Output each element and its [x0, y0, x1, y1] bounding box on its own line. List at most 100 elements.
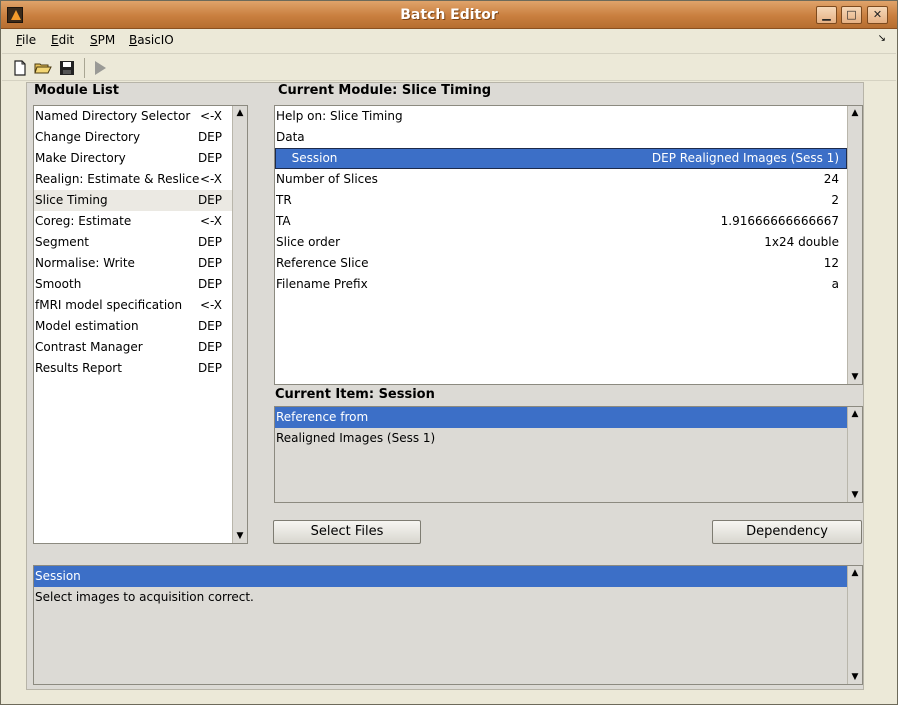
module-name: Coreg: Estimate — [35, 214, 132, 228]
scroll-up-icon[interactable]: ▲ — [233, 106, 247, 120]
module-status: DEP — [197, 319, 222, 333]
module-status: DEP — [197, 193, 222, 207]
module-list-heading: Module List — [34, 83, 119, 98]
run-icon[interactable] — [91, 59, 109, 77]
module-name: Slice Timing — [35, 193, 108, 207]
menu-file[interactable]: File — [16, 33, 36, 47]
open-folder-icon[interactable] — [34, 59, 52, 77]
module-list-item[interactable]: Realign: Estimate & Reslice <-X — [34, 169, 232, 190]
select-files-button[interactable]: Select Files — [273, 520, 421, 544]
module-option-row[interactable]: Slice order 1x24 double — [275, 232, 847, 253]
module-name: Change Directory — [35, 130, 141, 144]
module-option-row[interactable]: Data — [275, 127, 847, 148]
module-status: DEP — [197, 151, 222, 165]
menu-basicio[interactable]: BasicIO — [129, 33, 174, 47]
dependency-button[interactable]: Dependency — [712, 520, 862, 544]
module-option-row[interactable]: TR 2 — [275, 190, 847, 211]
module-status: <-X — [199, 109, 222, 123]
toolbar-separator — [84, 58, 85, 78]
maximize-icon: □ — [846, 8, 857, 21]
title-bar[interactable]: Batch Editor ▁ □ ✕ — [1, 1, 897, 29]
close-icon: ✕ — [872, 8, 883, 21]
module-status: <-X — [199, 298, 222, 312]
scroll-up-icon[interactable]: ▲ — [848, 106, 862, 120]
batch-editor-window: Batch Editor ▁ □ ✕ File Edit SPM BasicIO… — [0, 0, 898, 705]
module-option-row[interactable]: Help on: Slice Timing — [275, 106, 847, 127]
current-module-scrollbar[interactable]: ▲ ▼ — [847, 106, 862, 384]
module-name: Model estimation — [35, 319, 139, 333]
module-list-item[interactable]: Results Report DEP — [34, 358, 232, 379]
module-list-item[interactable]: Named Directory Selector <-X — [34, 106, 232, 127]
option-value: a — [831, 277, 839, 291]
module-list-item[interactable]: fMRI model specification <-X — [34, 295, 232, 316]
module-list-item[interactable]: Make Directory DEP — [34, 148, 232, 169]
module-status: DEP — [197, 256, 222, 270]
module-list-item[interactable]: Segment DEP — [34, 232, 232, 253]
close-button[interactable]: ✕ — [867, 6, 888, 24]
module-option-row[interactable]: Session DEP Realigned Images (Sess 1) — [275, 148, 847, 169]
editor-panel: Module List Named Directory Selector <-X C… — [26, 82, 864, 690]
new-document-icon[interactable] — [11, 59, 29, 77]
minimize-button[interactable]: ▁ — [816, 6, 837, 24]
module-list[interactable]: Named Directory Selector <-X Change Direct… — [33, 105, 248, 544]
menu-overflow-icon[interactable]: ↘ — [878, 33, 886, 44]
scroll-up-icon[interactable]: ▲ — [848, 407, 862, 421]
option-name: TR — [276, 193, 292, 207]
scroll-down-icon[interactable]: ▼ — [233, 529, 247, 543]
save-icon[interactable] — [58, 59, 76, 77]
scroll-down-icon[interactable]: ▼ — [848, 488, 862, 502]
module-status: DEP — [197, 130, 222, 144]
option-name: Help on: Slice Timing — [276, 109, 403, 123]
module-option-row[interactable]: Number of Slices 24 — [275, 169, 847, 190]
current-item-heading: Current Item: Session — [275, 387, 435, 402]
maximize-button[interactable]: □ — [841, 6, 862, 24]
module-status: DEP — [197, 235, 222, 249]
menu-edit[interactable]: Edit — [51, 33, 74, 47]
module-name: fMRI model specification — [35, 298, 183, 312]
module-list-item[interactable]: Change Directory DEP — [34, 127, 232, 148]
current-module-heading: Current Module: Slice Timing — [278, 83, 492, 98]
scroll-down-icon[interactable]: ▼ — [848, 670, 862, 684]
module-name: Results Report — [35, 361, 122, 375]
current-item-scrollbar[interactable]: ▲ ▼ — [847, 407, 862, 502]
module-status: DEP — [197, 361, 222, 375]
help-row[interactable]: Select images to acquisition correct. — [34, 587, 847, 608]
module-list-item[interactable]: Contrast Manager DEP — [34, 337, 232, 358]
module-list-item[interactable]: Coreg: Estimate <-X — [34, 211, 232, 232]
option-name: Slice order — [276, 235, 341, 249]
menu-spm[interactable]: SPM — [90, 33, 115, 47]
option-name: Reference Slice — [276, 256, 369, 270]
option-name: Data — [276, 130, 305, 144]
option-value: 24 — [823, 172, 839, 186]
item-text: Reference from — [276, 410, 369, 424]
module-status: <-X — [199, 214, 222, 228]
module-status: DEP — [197, 277, 222, 291]
scroll-up-icon[interactable]: ▲ — [848, 566, 862, 580]
module-list-item[interactable]: Model estimation DEP — [34, 316, 232, 337]
option-name: Session — [284, 151, 338, 165]
help-row[interactable]: Session — [34, 566, 847, 587]
module-list-scrollbar[interactable]: ▲ ▼ — [232, 106, 247, 543]
option-value: 1.91666666666667 — [720, 214, 839, 228]
help-panel-scrollbar[interactable]: ▲ ▼ — [847, 566, 862, 684]
current-module-list[interactable]: Help on: Slice Timing Data Session DEP Rea… — [274, 105, 863, 385]
current-item-list[interactable]: Reference from Realigned Images (Sess 1) … — [274, 406, 863, 503]
module-list-item[interactable]: Slice Timing DEP — [34, 190, 232, 211]
scroll-down-icon[interactable]: ▼ — [848, 370, 862, 384]
module-option-row[interactable]: TA 1.91666666666667 — [275, 211, 847, 232]
module-status: DEP — [197, 340, 222, 354]
item-row[interactable]: Reference from — [275, 407, 847, 428]
help-text-panel[interactable]: Session Select images to acquisition corr… — [33, 565, 863, 685]
option-name: Filename Prefix — [276, 277, 368, 291]
module-list-item[interactable]: Normalise: Write DEP — [34, 253, 232, 274]
module-status: <-X — [199, 172, 222, 186]
module-option-row[interactable]: Reference Slice 12 — [275, 253, 847, 274]
module-list-item[interactable]: Smooth DEP — [34, 274, 232, 295]
module-name: Named Directory Selector — [35, 109, 191, 123]
module-name: Smooth — [35, 277, 82, 291]
item-row[interactable]: Realigned Images (Sess 1) — [275, 428, 847, 449]
help-text: Session — [35, 569, 81, 583]
module-option-row[interactable]: Filename Prefix a — [275, 274, 847, 295]
module-name: Realign: Estimate & Reslice — [35, 172, 200, 186]
toolbar — [2, 53, 896, 81]
